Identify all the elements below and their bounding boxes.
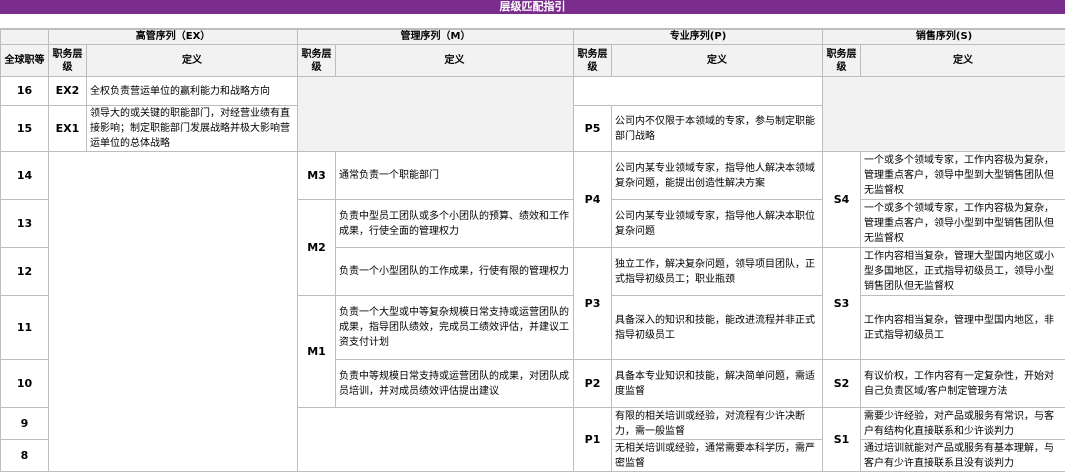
exec-definition-header: 定义	[85, 44, 299, 77]
exec-level-code: EX1	[48, 105, 87, 152]
grade-cell: 16	[0, 76, 49, 106]
mgmt-series-header: 管理序列（M）	[297, 29, 575, 45]
sales-level-code: S1	[822, 407, 862, 472]
mgmt-empty-block	[297, 407, 575, 472]
mgmt-definition-header: 定义	[335, 44, 575, 77]
prof-empty-cell	[573, 76, 824, 106]
grade-cell: 10	[0, 359, 49, 408]
mgmt-level-header: 职务层级	[297, 44, 337, 77]
prof-level-code: P4	[573, 151, 613, 248]
prof-level-code: P5	[573, 105, 613, 152]
sales-definition: 工作内容相当复杂，管理中型国内地区，非正式指导初级员工	[860, 295, 1065, 360]
grade-cell: 11	[0, 295, 49, 360]
exec-level-code: EX2	[48, 76, 87, 106]
sales-definition: 需要少许经验，对产品或服务有常识，与客户有结构化直接联系和少许谈判力	[860, 407, 1065, 440]
exec-definition: 全权负责营运单位的赢利能力和战略方向	[85, 76, 299, 106]
prof-definition: 无相关培训或经验，通常需要本科学历，需严密监督	[611, 439, 824, 472]
prof-definition: 公司内不仅限于本领域的专家，参与制定职能部门战略	[611, 105, 824, 152]
sales-level-header: 职务层级	[822, 44, 862, 77]
grade-cell: 14	[0, 151, 49, 200]
sales-definition: 通过培训就能对产品或服务有基本理解，与客户有少许直接联系且没有谈判力	[860, 439, 1065, 472]
mgmt-definition: 负责一个小型团队的工作成果，行使有限的管理权力	[335, 247, 575, 296]
grade-cell: 12	[0, 247, 49, 296]
sales-level-code: S4	[822, 151, 862, 248]
prof-definition: 独立工作，解决复杂问题，领导项目团队，正式指导初级员工；职业瓶颈	[611, 247, 824, 296]
mgmt-definition: 负责中型员工团队或多个小团队的预算、绩效和工作成果，行使全面的管理权力	[335, 199, 575, 248]
prof-definition-header: 定义	[611, 44, 824, 77]
prof-level-header: 职务层级	[573, 44, 613, 77]
grade-cell: 8	[0, 439, 49, 472]
corner-cell	[0, 29, 49, 45]
prof-definition: 公司内某专业领域专家，指导他人解决本领域复杂问题，能提出创造性解决方案	[611, 151, 824, 200]
sales-definition: 一个或多个领域专家，工作内容极为复杂，管理重点客户，领导中型到大型销售团队但无监…	[860, 151, 1065, 200]
prof-series-header: 专业序列(P)	[573, 29, 824, 45]
sales-level-code: S3	[822, 247, 862, 360]
mgmt-level-code: M3	[297, 151, 337, 200]
prof-level-code: P2	[573, 359, 613, 408]
sales-level-code: S2	[822, 359, 862, 408]
mgmt-definition: 负责一个大型或中等复杂规模日常支持或运营团队的成果，指导团队绩效，完成员工绩效评…	[335, 295, 575, 360]
mgmt-definition: 负责中等规模日常支持或运营团队的成果，对团队成员培训，并对成员绩效评估提出建议	[335, 359, 575, 408]
prof-level-code: P3	[573, 247, 613, 360]
prof-level-code: P1	[573, 407, 613, 472]
sales-definition: 有议价权，工作内容有一定复杂性，开始对自己负责区域/客户制定管理方法	[860, 359, 1065, 408]
grade-cell: 15	[0, 105, 49, 152]
prof-definition: 公司内某专业领域专家，指导他人解决本职位复杂问题	[611, 199, 824, 248]
mgmt-definition: 通常负责一个职能部门	[335, 151, 575, 200]
mgmt-empty-block	[297, 76, 575, 152]
exec-level-header: 职务层级	[48, 44, 87, 77]
grade-cell: 9	[0, 407, 49, 440]
mgmt-level-code: M2	[297, 199, 337, 296]
sales-empty-block	[822, 76, 1065, 152]
prof-definition: 有限的相关培训或经验，对流程有少许决断力，需一般监督	[611, 407, 824, 440]
sales-definition: 一个或多个领域专家，工作内容极为复杂，管理重点客户，领导小型到中型销售团队但无监…	[860, 199, 1065, 248]
prof-definition: 具备本专业知识和技能，解决简单问题，需适度监督	[611, 359, 824, 408]
prof-definition: 具备深入的知识和技能，能改进流程并非正式指导初级员工	[611, 295, 824, 360]
mgmt-level-code: M1	[297, 295, 337, 408]
sales-definition-header: 定义	[860, 44, 1065, 77]
page-title: 层级匹配指引	[0, 0, 1065, 14]
exec-definition: 领导大的或关键的职能部门，对经营业绩有直接影响；制定职能部门发展战略并极大影响营…	[85, 105, 299, 152]
level-matching-table: 高管序列（EX） 管理序列（M） 专业序列(P) 销售序列(S) 全球职等 职务…	[0, 29, 1065, 472]
sales-definition: 工作内容相当复杂，管理大型国内地区或小型多国地区，正式指导初级员工，领导小型销售…	[860, 247, 1065, 296]
global-grade-header: 全球职等	[0, 44, 49, 77]
exec-series-header: 高管序列（EX）	[47, 29, 299, 45]
sales-series-header: 销售序列(S)	[822, 29, 1065, 45]
exec-empty-block	[47, 151, 299, 472]
title-spacer	[0, 14, 1065, 29]
grade-cell: 13	[0, 199, 49, 248]
